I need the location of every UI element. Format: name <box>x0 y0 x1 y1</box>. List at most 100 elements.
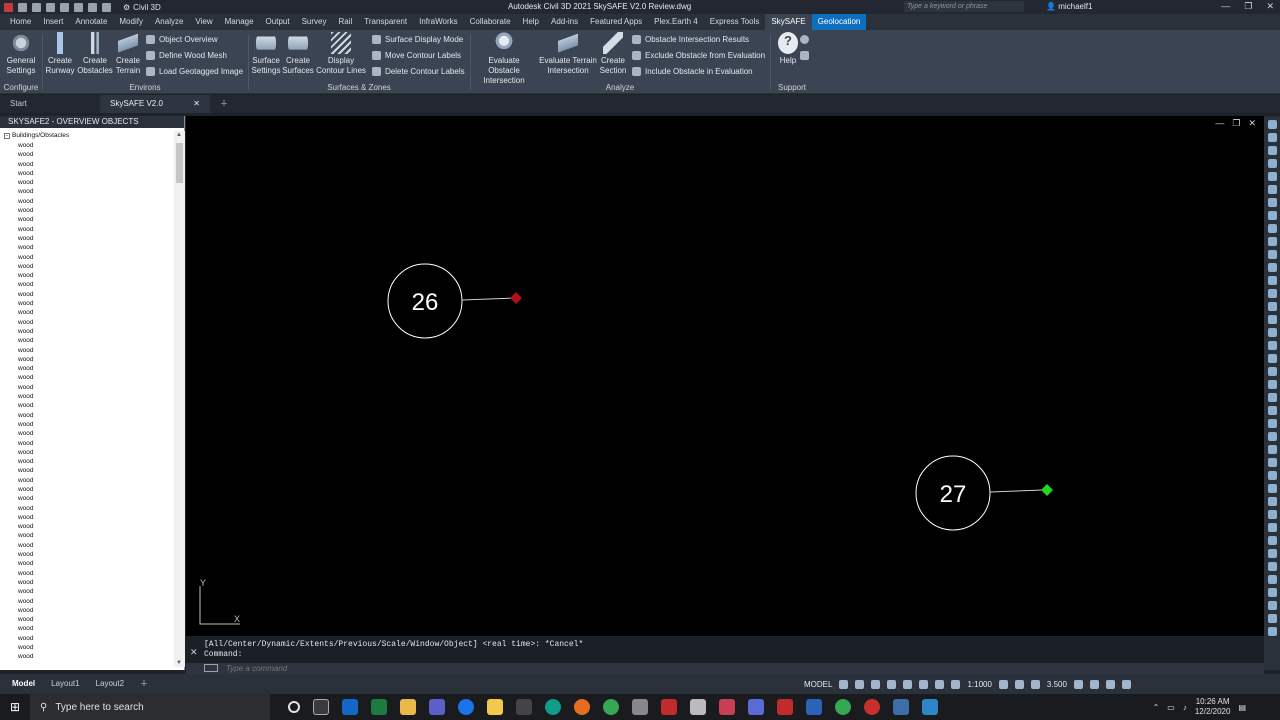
tree-item[interactable]: wood <box>18 215 34 224</box>
tab-help[interactable]: Help <box>517 14 545 30</box>
tab-annotate[interactable]: Annotate <box>69 14 113 30</box>
network-icon[interactable]: ▭ <box>1167 703 1175 712</box>
create-section-button[interactable]: Create Section <box>596 32 630 76</box>
windows-start-icon[interactable]: ⊞ <box>0 700 30 714</box>
tool-palette-icon[interactable] <box>1267 172 1277 181</box>
close-tab-icon[interactable]: ✕ <box>193 95 200 113</box>
annotation-visibility-icon[interactable] <box>951 679 961 689</box>
command-line-close-icon[interactable]: ✕ <box>190 647 198 658</box>
create-surfaces-button[interactable]: Create Surfaces <box>280 32 316 76</box>
firefox-icon[interactable] <box>574 699 590 715</box>
obstacle-intersection-results-button[interactable]: Obstacle Intersection Results <box>632 35 749 44</box>
evaluate-terrain-intersection-button[interactable]: Evaluate Terrain Intersection <box>538 32 598 76</box>
tree-item[interactable]: wood <box>18 513 34 522</box>
viewport-minimize-icon[interactable]: — <box>1215 118 1224 129</box>
tool-palette-icon[interactable] <box>1267 575 1277 584</box>
civil3d-icon[interactable] <box>777 699 793 715</box>
settings-icon[interactable] <box>998 679 1008 689</box>
tree-item[interactable]: wood <box>18 541 34 550</box>
tree-item[interactable]: wood <box>18 187 34 196</box>
tool-palette-icon[interactable] <box>1267 159 1277 168</box>
tool-palette-icon[interactable] <box>1267 549 1277 558</box>
tool-palette-icon[interactable] <box>1267 419 1277 428</box>
tree-item[interactable]: wood <box>18 466 34 475</box>
tree-item[interactable]: wood <box>18 531 34 540</box>
tab-home[interactable]: Home <box>4 14 37 30</box>
tab-skysafe[interactable]: SkySAFE <box>765 14 812 30</box>
tab-add-ins[interactable]: Add-ins <box>545 14 584 30</box>
tool-palette-icon[interactable] <box>1267 523 1277 532</box>
tree-item[interactable]: wood <box>18 280 34 289</box>
tab-start[interactable]: Start <box>0 95 100 113</box>
scroll-up-icon[interactable]: ▲ <box>176 132 182 138</box>
tree-item[interactable]: wood <box>18 290 34 299</box>
minimize-icon[interactable]: — <box>1221 1 1230 12</box>
tree-item[interactable]: wood <box>18 336 34 345</box>
teams-icon[interactable] <box>429 699 445 715</box>
obstacle-27[interactable]: 27 <box>915 455 1053 531</box>
tree-item[interactable]: wood <box>18 253 34 262</box>
viewport-close-icon[interactable]: ✕ <box>1248 118 1256 129</box>
plus-icon[interactable] <box>1014 679 1024 689</box>
tab-infraworks[interactable]: InfraWorks <box>413 14 464 30</box>
tree-item[interactable]: wood <box>18 178 34 187</box>
tree-item[interactable]: wood <box>18 401 34 410</box>
tree-item[interactable]: wood <box>18 476 34 485</box>
create-terrain-button[interactable]: Create Terrain <box>110 32 146 76</box>
tool-palette-icon[interactable] <box>1267 289 1277 298</box>
app-icon[interactable] <box>632 699 648 715</box>
volume-icon[interactable]: ♪ <box>1183 703 1187 712</box>
tree-item[interactable]: wood <box>18 383 34 392</box>
command-input[interactable] <box>226 663 826 674</box>
tree-item[interactable]: wood <box>18 597 34 606</box>
tool-palette-icon[interactable] <box>1267 315 1277 324</box>
tool-palette-icon[interactable] <box>1267 328 1277 337</box>
command-icon[interactable] <box>204 664 218 672</box>
tool-palette-icon[interactable] <box>1267 432 1277 441</box>
obstacle-26[interactable]: 26 <box>387 263 522 339</box>
hardware-acceleration-icon[interactable] <box>1089 679 1099 689</box>
tree-item[interactable]: wood <box>18 271 34 280</box>
tool-palette-icon[interactable] <box>1267 146 1277 155</box>
tab-featured-apps[interactable]: Featured Apps <box>584 14 648 30</box>
tree-item[interactable]: wood <box>18 643 34 652</box>
tool-palette-icon[interactable] <box>1267 302 1277 311</box>
tab-manage[interactable]: Manage <box>219 14 260 30</box>
app-icon[interactable] <box>893 699 909 715</box>
cortana-icon[interactable] <box>288 701 300 713</box>
open-folder-icon[interactable] <box>32 2 41 12</box>
include-obstacle-button[interactable]: Include Obstacle in Evaluation <box>632 67 753 76</box>
layout-tab-layout1[interactable]: Layout1 <box>43 674 87 694</box>
isodraft-icon[interactable] <box>903 679 913 689</box>
excel-icon[interactable] <box>371 699 387 715</box>
app-icon[interactable] <box>719 699 735 715</box>
app-icon[interactable] <box>806 699 822 715</box>
tree-item[interactable]: wood <box>18 150 34 159</box>
chrome-icon[interactable] <box>603 699 619 715</box>
tree-item[interactable]: wood <box>18 606 34 615</box>
add-layout-icon[interactable]: ＋ <box>132 674 156 694</box>
layout-tab-model[interactable]: Model <box>4 674 43 694</box>
workspace-selector[interactable]: ⚙ Civil 3D <box>123 3 161 12</box>
tree-item[interactable]: wood <box>18 308 34 317</box>
tab-survey[interactable]: Survey <box>296 14 333 30</box>
info-button[interactable] <box>800 35 809 44</box>
app-icon[interactable] <box>748 699 764 715</box>
chrome-icon[interactable] <box>835 699 851 715</box>
grid-icon[interactable] <box>839 679 849 689</box>
tool-palette-icon[interactable] <box>1267 120 1277 129</box>
chevron-up-icon[interactable]: ⌃ <box>1153 703 1160 712</box>
tree-item[interactable]: wood <box>18 634 34 643</box>
tool-palette-icon[interactable] <box>1267 224 1277 233</box>
tree-item[interactable]: wood <box>18 569 34 578</box>
tool-palette-icon[interactable] <box>1267 458 1277 467</box>
tree-item[interactable]: wood <box>18 587 34 596</box>
undo-icon[interactable] <box>88 2 97 12</box>
tree-item[interactable]: wood <box>18 364 34 373</box>
taskbar-search[interactable]: ⚲ Type here to search <box>30 694 270 720</box>
annotation-scale[interactable]: 1:1000 <box>967 680 991 689</box>
workspace-icon[interactable] <box>1030 679 1040 689</box>
tree-item[interactable]: wood <box>18 624 34 633</box>
tree-item[interactable]: wood <box>18 262 34 271</box>
scroll-down-icon[interactable]: ▼ <box>176 660 182 666</box>
